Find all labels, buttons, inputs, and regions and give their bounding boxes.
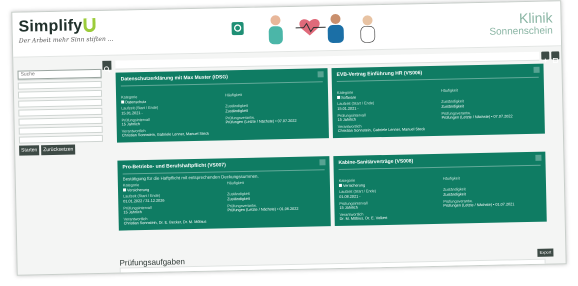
doctor-figure [330,14,340,24]
search-button[interactable] [102,61,111,70]
app-tile-icon [232,22,244,35]
category-value: Versicherung [127,188,149,192]
duration-value: 01.01.2022 / 31.12.2026 [123,197,221,204]
card-details: KategorieVersicherung Häufigkeit Laufzei… [339,175,542,222]
add-button[interactable] [541,52,549,60]
filter-field-6[interactable] [18,117,102,126]
filter-field-2[interactable] [18,81,102,90]
card-divider [337,77,539,82]
brand-line-2: Sonnenschein [489,25,553,37]
simplify-logo[interactable]: Simplify Der Arbeit mehr Sinn stiften ..… [18,17,113,45]
card-divider [121,81,323,86]
photo-frame: Simplify Der Arbeit mehr Sinn stiften ..… [0,0,578,286]
frequency-label: Häufigkeit [441,87,539,94]
contract-card-4[interactable]: Kabine-Sanitärverträge (VS008) Kategorie… [333,152,546,226]
card-details: KategorieVersicherung Häufigkeit Laufzei… [123,180,326,227]
checks-value: 15 Jahrlich [339,204,437,211]
nurse-figure [270,15,280,25]
search-icon [102,65,111,74]
responsible-value: Zuständigkeit [441,103,539,110]
filter-field-4[interactable] [18,99,102,108]
checker-value: Prüfungen (Letzte / Nächste) • 07.07.202… [442,114,540,121]
checks-value: 15 Jahrlich [122,121,220,128]
checker-value: Prüfungen (Letzte / Nächste) • 01.06.202… [227,206,325,213]
category-chip-icon [337,96,340,99]
export-button[interactable]: Export [537,248,553,256]
contract-card-1[interactable]: Datenschutzerklärung mit Max Muster (iDS… [116,68,329,142]
view-toggle-button[interactable] [551,51,559,59]
checker-value: Prüfungen (Letzte / Nächste) • 01.07.202… [443,202,541,209]
category-chip-icon [123,188,126,191]
card-details: KategorieDatenschutz Häufigkeit Laufzeit… [121,92,324,139]
grid-icon [551,56,559,64]
card-edit-icon[interactable] [318,71,324,77]
filter-field-5[interactable] [18,108,102,117]
search-input[interactable] [17,68,101,79]
filter-actions: Starten Zurücksetzen [19,144,113,156]
logo-text: Simplify [18,17,82,35]
filter-field-8[interactable] [19,135,103,144]
category-value: Versicherung [343,183,365,187]
contract-card-3[interactable]: Pro-Betriebs- und Berufshaftpflicht (VS0… [117,156,330,230]
search-row [17,61,111,72]
category-chip-icon [339,184,342,187]
card-divider [339,165,541,170]
duration-value: 01.08.2021 - [339,193,437,200]
header: Simplify Der Arbeit mehr Sinn stiften ..… [12,1,561,57]
app-window: Simplify Der Arbeit mehr Sinn stiften ..… [11,0,566,275]
responsible-value: Zuständigkeit [443,191,541,198]
staff-figure [362,15,372,25]
filter-field-7[interactable] [19,126,103,135]
frequency-label: Häufigkeit [443,175,541,182]
brand-line-1: Klinik [489,9,553,26]
duration-value: 15.01.2021 - [337,105,435,112]
contract-card-2[interactable]: EVB-Vertrag Einführung HR (VS006) Katego… [332,64,545,138]
card-edit-icon[interactable] [535,155,541,161]
logo-tagline: Der Arbeit mehr Sinn stiften ... [19,36,114,45]
start-button[interactable]: Starten [19,145,39,155]
checks-value: 15 Jahrlich [123,209,221,216]
duration-value: 15.01.2021 - [121,109,219,116]
category-chip-icon [121,100,124,103]
clinic-brand: Klinik Sonnenschein [489,9,553,37]
reset-button[interactable]: Zurücksetzen [41,144,75,155]
filter-field-3[interactable] [18,90,102,99]
responsible-value: Zuständigkeit [227,195,325,202]
card-details: KategorieSoftware Häufigkeit Laufzeit (S… [337,87,540,134]
frequency-label: Häufigkeit [225,92,323,99]
sidebar-filters: Starten Zurücksetzen [17,61,113,156]
logo-u-icon [83,18,95,32]
checks-value: 15 Jahrlich [338,116,436,123]
card-edit-icon[interactable] [319,159,325,165]
category-value: Datenschutz [125,100,146,104]
responsible-value: Zuständigkeit [225,107,323,114]
frequency-label: Häufigkeit [227,180,325,187]
header-illustration [217,10,388,48]
checker-value: Prüfungen (Letzte / Nächste) • 07.07.202… [226,118,324,125]
category-value: Software [341,95,356,99]
card-edit-icon[interactable] [534,67,540,73]
